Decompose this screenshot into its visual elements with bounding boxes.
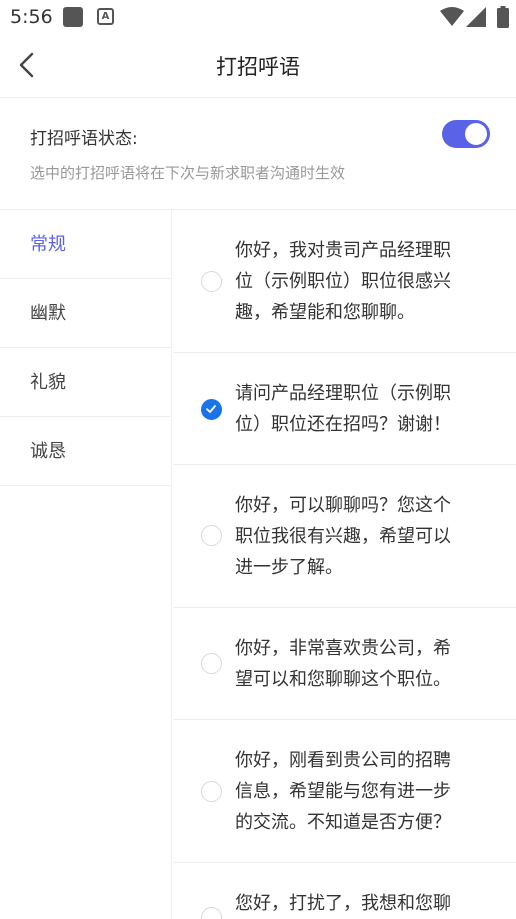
greeting-line: 请问产品经理职位（示例职 — [235, 383, 451, 404]
greeting-item[interactable]: 你好，非常喜欢贵公司，希 望可以和您聊聊这个职位。 — [173, 608, 516, 720]
greeting-text: 你好，非常喜欢贵公司，希 望可以和您聊聊这个职位。 — [235, 633, 483, 695]
radio-unchecked-icon[interactable] — [201, 271, 222, 292]
category-item-polite[interactable]: 礼貌 — [0, 348, 171, 417]
greeting-status-toggle[interactable] — [442, 120, 490, 148]
radio-unchecked-icon[interactable] — [201, 781, 222, 802]
greeting-text: 你好，可以聊聊吗？您这个 职位我很有兴趣，希望可以 进一步了解。 — [235, 490, 483, 583]
radio-unchecked-icon[interactable] — [201, 525, 222, 546]
greeting-status-label: 打招呼语状态: — [30, 129, 138, 149]
greeting-line: 职位我很有兴趣，希望可以 — [235, 526, 451, 547]
greeting-item[interactable]: 你好，我对贵司产品经理职 位（示例职位）职位很感兴 趣，希望能和您聊聊。 — [173, 210, 516, 353]
greeting-text: 你好，我对贵司产品经理职 位（示例职位）职位很感兴 趣，希望能和您聊聊。 — [235, 235, 483, 328]
radio-unchecked-icon[interactable] — [201, 653, 222, 674]
greeting-status-section: 打招呼语状态: 选中的打招呼语将在下次与新求职者沟通时生效 — [0, 98, 516, 210]
greeting-line: 的交流。不知道是否方便？ — [235, 812, 451, 833]
wifi-icon — [440, 7, 464, 26]
page-title: 打招呼语 — [216, 55, 300, 79]
radio-checked-icon[interactable] — [201, 399, 222, 420]
category-item-regular[interactable]: 常规 — [0, 210, 171, 279]
checkmark-icon — [206, 405, 216, 413]
category-item-humor[interactable]: 幽默 — [0, 279, 171, 348]
category-item-sincere[interactable]: 诚恳 — [0, 417, 171, 486]
greeting-line: 望可以和您聊聊这个职位。 — [235, 669, 451, 690]
greeting-text: 你好，刚看到贵公司的招聘 信息，希望能与您有进一步 的交流。不知道是否方便？ — [235, 745, 483, 838]
battery-icon — [497, 6, 509, 28]
greeting-line: 位（示例职位）职位很感兴 — [235, 271, 451, 292]
greeting-line: 你好，非常喜欢贵公司，希 — [235, 638, 451, 659]
greeting-text: 您好，打扰了，我想和您聊 — [235, 888, 483, 919]
greeting-line: 你好，刚看到贵公司的招聘 — [235, 750, 451, 771]
category-sidebar: 常规 幽默 礼貌 诚恳 — [0, 210, 172, 919]
nav-bar: 打招呼语 — [0, 36, 516, 98]
greeting-line: 信息，希望能与您有进一步 — [235, 781, 451, 802]
toggle-knob — [465, 123, 487, 145]
status-bar: 5:56 A — [0, 0, 516, 36]
signal-icon — [466, 7, 486, 27]
a-badge-icon: A — [97, 8, 114, 25]
greeting-text: 请问产品经理职位（示例职 位）职位还在招吗？谢谢！ — [235, 378, 483, 440]
greeting-line: 您好，打扰了，我想和您聊 — [235, 893, 451, 914]
square-icon — [63, 7, 83, 27]
greeting-list: 你好，我对贵司产品经理职 位（示例职位）职位很感兴 趣，希望能和您聊聊。 请问产… — [173, 210, 516, 919]
greeting-line: 趣，希望能和您聊聊。 — [235, 302, 415, 323]
radio-unchecked-icon[interactable] — [201, 907, 222, 919]
greeting-item[interactable]: 您好，打扰了，我想和您聊 — [173, 863, 516, 919]
greeting-item[interactable]: 你好，刚看到贵公司的招聘 信息，希望能与您有进一步 的交流。不知道是否方便？ — [173, 720, 516, 863]
greeting-line: 位）职位还在招吗？谢谢！ — [235, 414, 451, 435]
greeting-item[interactable]: 请问产品经理职位（示例职 位）职位还在招吗？谢谢！ — [173, 353, 516, 465]
greeting-status-hint: 选中的打招呼语将在下次与新求职者沟通时生效 — [30, 164, 346, 182]
greeting-item[interactable]: 你好，可以聊聊吗？您这个 职位我很有兴趣，希望可以 进一步了解。 — [173, 465, 516, 608]
greeting-line: 进一步了解。 — [235, 557, 343, 578]
status-time: 5:56 — [10, 6, 53, 28]
greeting-line: 你好，可以聊聊吗？您这个 — [235, 495, 451, 516]
greeting-line: 你好，我对贵司产品经理职 — [235, 240, 451, 261]
